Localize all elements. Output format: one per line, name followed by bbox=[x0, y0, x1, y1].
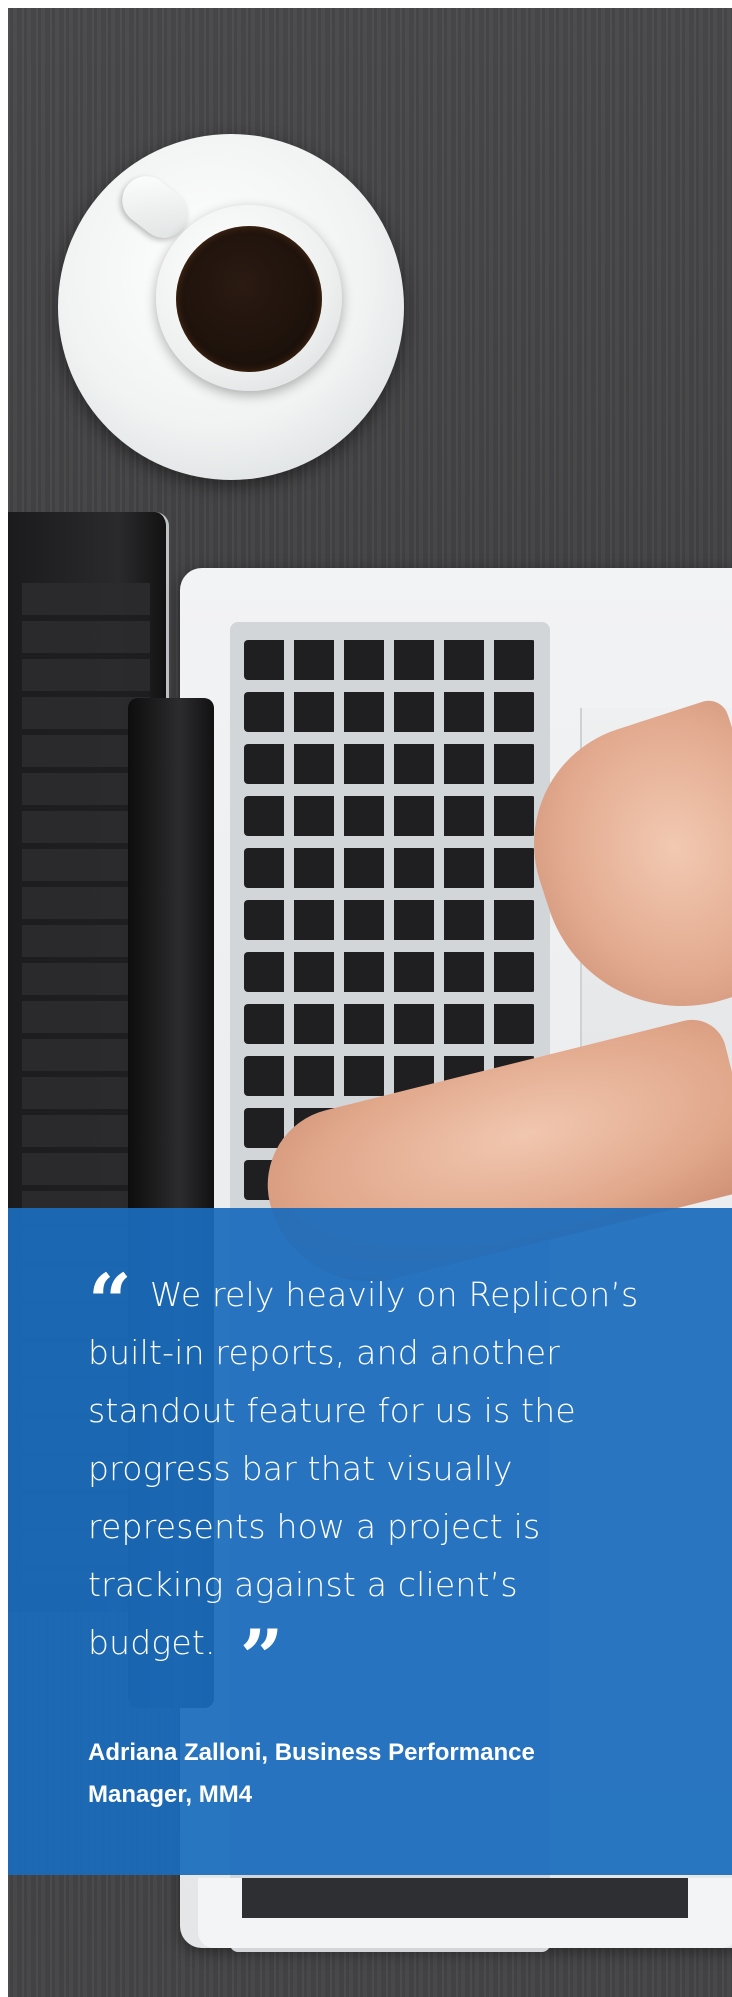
open-quote-icon: “ bbox=[88, 1257, 132, 1346]
keyboard-row bbox=[244, 848, 536, 888]
keyboard-row bbox=[244, 900, 536, 940]
quote-attribution: Adriana Zalloni, Business Performance Ma… bbox=[88, 1739, 535, 1808]
keyboard-row bbox=[244, 692, 536, 732]
keyboard-row bbox=[244, 952, 536, 992]
quote-panel: “We rely heavily on Replicon’s built-in … bbox=[8, 1208, 732, 1875]
coffee bbox=[176, 226, 322, 372]
keyboard-row bbox=[244, 796, 536, 836]
testimonial-quote: “We rely heavily on Replicon’s built-in … bbox=[88, 1257, 648, 1696]
keyboard-row bbox=[244, 744, 536, 784]
close-quote-icon: ” bbox=[239, 1613, 284, 1702]
quote-body: We rely heavily on Replicon’s built-in r… bbox=[88, 1275, 639, 1662]
keyboard-row bbox=[244, 1004, 536, 1044]
tablet-screen bbox=[242, 1878, 688, 1918]
keyboard-row bbox=[244, 640, 536, 680]
testimonial-card: “We rely heavily on Replicon’s built-in … bbox=[8, 8, 732, 1997]
